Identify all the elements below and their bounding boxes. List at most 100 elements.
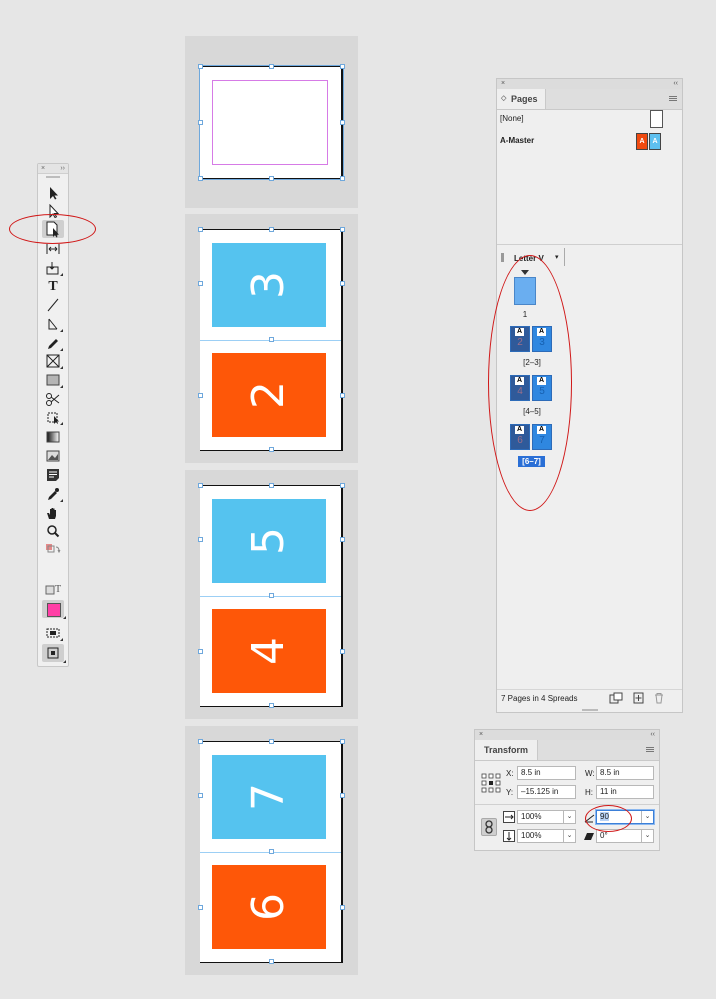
blue-box-page-3[interactable]: 3 — [212, 243, 326, 327]
master-none-thumbnail[interactable] — [650, 110, 663, 128]
master-divider — [497, 244, 682, 245]
y-field[interactable]: –15.125 in — [517, 785, 576, 799]
handle[interactable] — [269, 176, 274, 181]
handle[interactable] — [198, 176, 203, 181]
reference-point-icon[interactable] — [481, 773, 501, 795]
scale-y-field[interactable]: 100% ⌄ — [517, 829, 576, 843]
scale-x-field[interactable]: 100% ⌄ — [517, 810, 576, 824]
new-page-icon[interactable] — [633, 692, 645, 706]
resize-grip[interactable] — [501, 253, 504, 262]
pencil-tool-icon[interactable] — [45, 336, 63, 351]
free-transform-tool-icon[interactable] — [45, 410, 63, 425]
handle[interactable] — [340, 649, 345, 654]
handle[interactable] — [340, 905, 345, 910]
handle[interactable] — [198, 739, 203, 744]
handle[interactable] — [198, 227, 203, 232]
handle[interactable] — [198, 793, 203, 798]
handle[interactable] — [340, 393, 345, 398]
tab-toggle-icon[interactable]: ◇ — [501, 89, 506, 109]
handle[interactable] — [340, 739, 345, 744]
selection-tool-icon[interactable] — [45, 186, 61, 200]
a-master-label[interactable]: A-Master — [500, 136, 534, 145]
handle[interactable] — [340, 281, 345, 286]
gap-tool-icon[interactable] — [45, 242, 61, 256]
rectangle-frame-tool-icon[interactable] — [45, 354, 63, 369]
gradient-swatch-tool-icon[interactable] — [45, 430, 61, 444]
handle[interactable] — [269, 227, 274, 232]
collapse-icon[interactable]: ›› — [60, 164, 65, 173]
type-tool-icon[interactable]: T — [45, 280, 61, 294]
chevron-down-icon[interactable]: ▾ — [555, 253, 559, 261]
handle[interactable] — [269, 337, 274, 342]
line-tool-icon[interactable] — [45, 298, 61, 312]
orange-box-page-6[interactable]: 6 — [212, 865, 326, 949]
tab-transform[interactable]: Transform — [475, 740, 538, 760]
handle[interactable] — [269, 483, 274, 488]
handle[interactable] — [340, 483, 345, 488]
handle[interactable] — [198, 64, 203, 69]
orange-box-page-2[interactable]: 2 — [212, 353, 326, 437]
default-fill-stroke-icon[interactable] — [45, 543, 61, 557]
orange-box-page-4[interactable]: 4 — [212, 609, 326, 693]
handle[interactable] — [340, 176, 345, 181]
collapse-icon[interactable]: ‹‹ — [650, 730, 655, 740]
handle[interactable] — [340, 537, 345, 542]
hand-tool-icon[interactable] — [45, 506, 61, 520]
pasteboard-spread-4: 7 6 — [185, 726, 358, 975]
handle[interactable] — [269, 593, 274, 598]
blue-box-page-7[interactable]: 7 — [212, 755, 326, 839]
x-label: X: — [506, 769, 514, 778]
x-field[interactable]: 8.5 in — [517, 766, 576, 780]
screen-mode-icon[interactable] — [45, 626, 63, 641]
handle[interactable] — [198, 649, 203, 654]
content-collector-tool-icon[interactable] — [45, 261, 63, 276]
blue-box-page-5[interactable]: 5 — [212, 499, 326, 583]
handle[interactable] — [198, 281, 203, 286]
close-icon[interactable]: × — [479, 730, 483, 740]
fill-swatch-icon[interactable] — [42, 600, 66, 619]
constrain-proportions-icon[interactable] — [481, 818, 497, 836]
h-field[interactable]: 11 in — [596, 785, 654, 799]
handle[interactable] — [198, 120, 203, 125]
handle[interactable] — [269, 64, 274, 69]
separator — [564, 248, 565, 266]
note-tool-icon[interactable] — [45, 468, 61, 482]
scissors-tool-icon[interactable] — [45, 392, 61, 406]
formatting-affects-container-icon[interactable]: T — [45, 584, 61, 598]
collapse-icon[interactable]: ‹‹ — [673, 79, 678, 89]
handle[interactable] — [340, 120, 345, 125]
panel-menu-icon[interactable] — [669, 96, 677, 97]
formatting-affects-text-icon[interactable]: T — [55, 584, 61, 595]
handle[interactable] — [198, 905, 203, 910]
handle[interactable] — [198, 537, 203, 542]
eyedropper-tool-icon[interactable] — [45, 487, 63, 502]
panel-resize-grip[interactable] — [582, 709, 598, 711]
gradient-feather-tool-icon[interactable] — [45, 449, 61, 463]
tab-pages[interactable]: ◇ Pages — [497, 89, 546, 109]
handle[interactable] — [269, 447, 274, 452]
view-mode-icon[interactable] — [42, 644, 66, 663]
selection-frame-1[interactable] — [199, 65, 344, 180]
handle[interactable] — [269, 849, 274, 854]
handle[interactable] — [340, 793, 345, 798]
edit-page-size-icon[interactable] — [609, 692, 623, 706]
handle[interactable] — [269, 739, 274, 744]
a-master-left-thumbnail[interactable]: A — [636, 133, 648, 150]
handle[interactable] — [198, 393, 203, 398]
panel-menu-icon[interactable] — [646, 747, 654, 748]
delete-page-icon[interactable] — [653, 692, 665, 706]
rectangle-tool-icon[interactable] — [45, 373, 63, 388]
handle[interactable] — [340, 227, 345, 232]
a-master-right-thumbnail[interactable]: A — [649, 133, 661, 150]
handle[interactable] — [269, 703, 274, 708]
close-icon[interactable]: × — [41, 164, 45, 173]
pen-tool-icon[interactable] — [45, 317, 63, 332]
w-field[interactable]: 8.5 in — [596, 766, 654, 780]
handle[interactable] — [269, 959, 274, 964]
master-none-label[interactable]: [None] — [500, 114, 524, 123]
close-icon[interactable]: × — [501, 79, 505, 89]
handle[interactable] — [340, 64, 345, 69]
grip-bar[interactable] — [46, 176, 60, 178]
handle[interactable] — [198, 483, 203, 488]
zoom-tool-icon[interactable] — [45, 524, 61, 538]
